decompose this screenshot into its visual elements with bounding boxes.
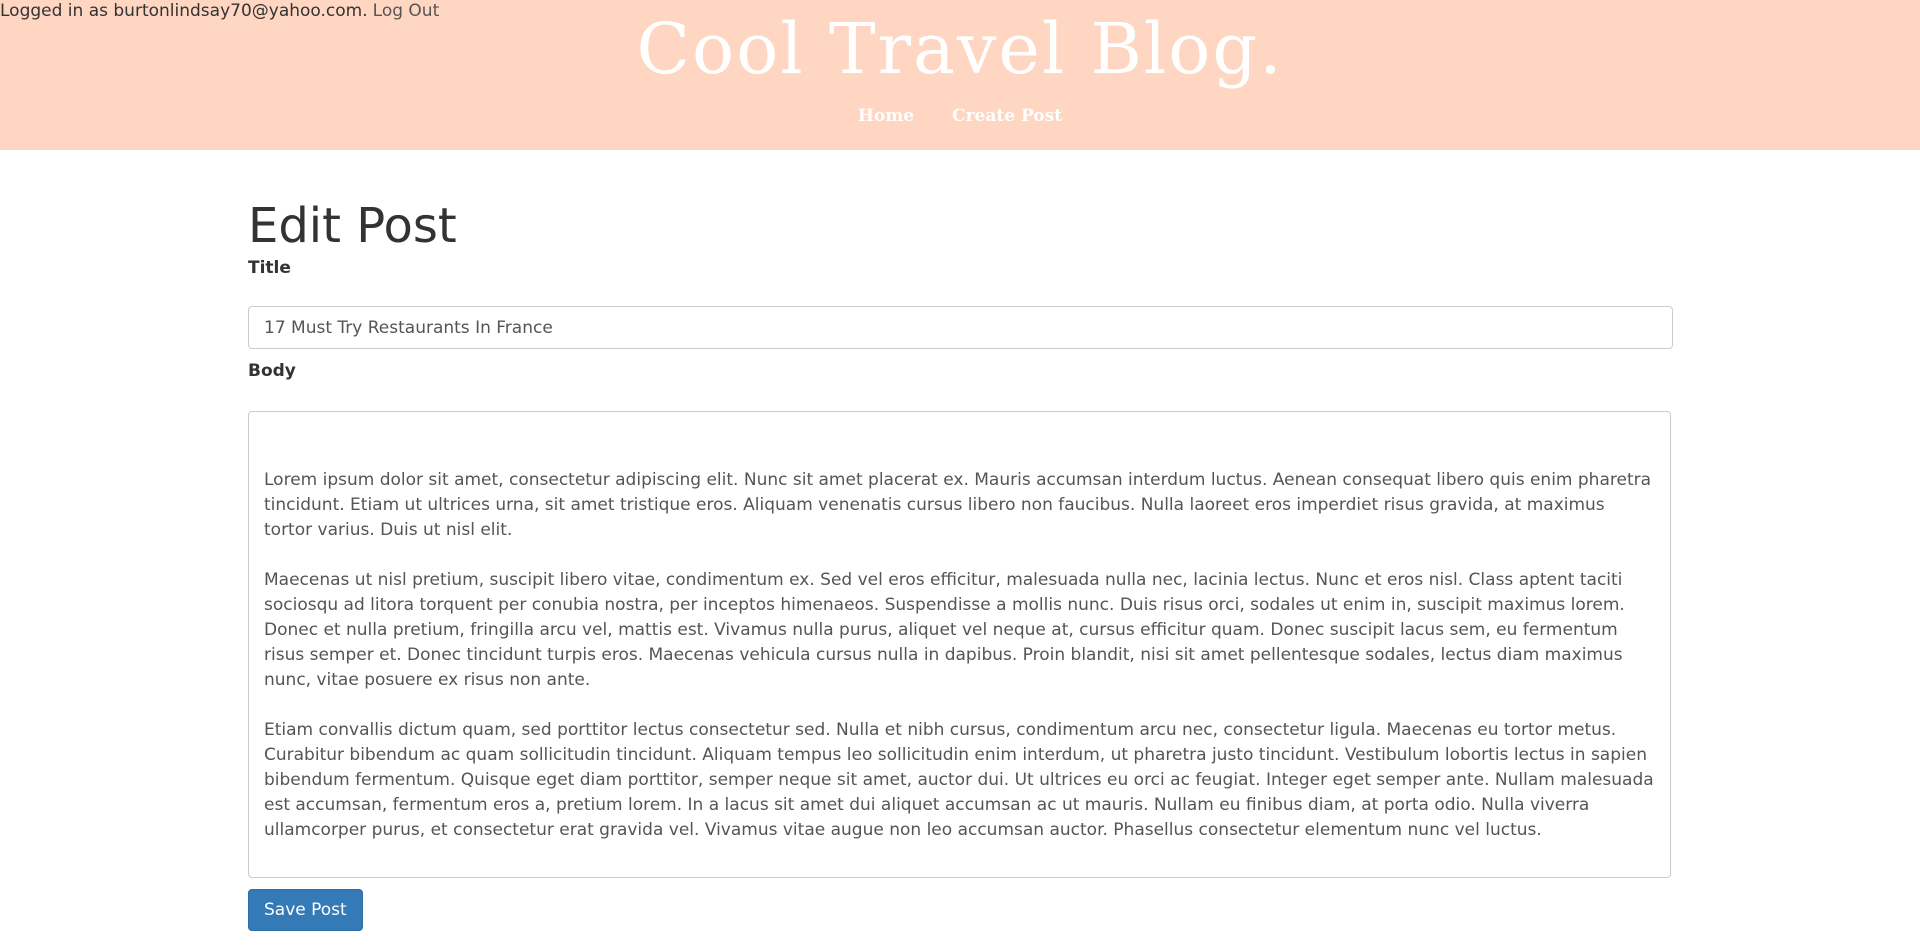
main-nav: Home Create Post xyxy=(0,106,1920,126)
site-title: Cool Travel Blog. xyxy=(636,8,1284,90)
edit-post-form: Edit Post Title Body Lorem ipsum dolor s… xyxy=(248,196,1673,931)
nav-create-post-link[interactable]: Create Post xyxy=(952,106,1062,126)
title-label: Title xyxy=(248,258,291,278)
page-title: Edit Post xyxy=(248,198,457,254)
nav-home-link[interactable]: Home xyxy=(858,106,914,126)
title-input[interactable] xyxy=(248,306,1673,349)
body-label: Body xyxy=(248,361,296,381)
body-textarea[interactable]: Lorem ipsum dolor sit amet, consectetur … xyxy=(248,411,1671,878)
save-post-button[interactable]: Save Post xyxy=(248,889,363,931)
site-header: Logged in as burtonlindsay70@yahoo.com. L… xyxy=(0,0,1920,150)
